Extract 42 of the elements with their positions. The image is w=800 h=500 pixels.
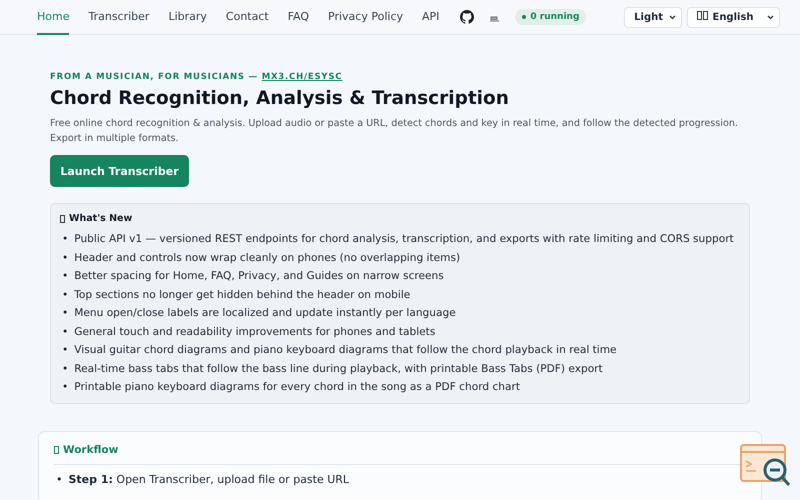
news-item: Better spacing for Home, FAQ, Privacy, and Guides on narrow screens xyxy=(74,269,444,284)
section-title: What's New xyxy=(69,213,132,224)
missing-glyph-icon xyxy=(54,446,59,454)
nav-link[interactable]: Library xyxy=(168,0,207,34)
section-title: Workflow xyxy=(63,444,118,456)
bullet: • xyxy=(62,250,68,266)
nav-link[interactable]: Transcriber xyxy=(88,0,150,34)
page-title: Chord Recognition, Analysis & Transcription xyxy=(50,88,510,109)
nav-link[interactable]: Privacy Policy xyxy=(328,0,403,34)
caret-icon xyxy=(669,14,676,20)
bullet: • xyxy=(62,362,68,376)
workflow-step: Step 1: Open Transcriber, upload file or paste URL xyxy=(68,470,350,489)
launch-button[interactable]: Launch Transcriber xyxy=(50,155,189,187)
news-item: Visual guitar chord diagrams and piano keyboard diagrams that follow the chord playback in real time xyxy=(74,343,617,358)
missing-glyph-icon xyxy=(60,214,65,222)
bullet: • xyxy=(56,472,62,488)
news-item: Top sections no longer get hidden behind the header on mobile xyxy=(74,288,410,302)
news-item: Menu open/close labels are localized and update instantly per language xyxy=(74,306,456,321)
bullet: • xyxy=(62,269,68,284)
news-item: Header and controls now wrap cleanly on phones (no overlapping items) xyxy=(74,250,460,266)
nav-link[interactable]: Home xyxy=(37,0,70,34)
tagline: FROM A MUSICIAN, FOR MUSICIANS — MX3.CH/ESYSC xyxy=(50,72,344,82)
news-item: Real-time bass tabs that follow the bass line during playback, with printable Bass Tabs (PDF) export xyxy=(74,362,603,376)
bullet: • xyxy=(62,306,68,321)
nav-link[interactable]: Contact xyxy=(226,0,269,34)
bullet: • xyxy=(62,324,68,340)
language-select[interactable]: English xyxy=(687,6,780,28)
description: Free online chord recognition & analysis. Upload audio or paste a URL, detect chords and key in real time, and follow the detected progression. Export in multiple formats. xyxy=(50,117,739,146)
bullet: • xyxy=(62,380,68,395)
nav-link[interactable]: FAQ xyxy=(288,0,310,34)
bullet: • xyxy=(62,343,68,358)
nav-link[interactable]: API xyxy=(422,0,440,34)
bullet: • xyxy=(62,288,68,302)
github-icon[interactable] xyxy=(460,10,474,24)
theme-select[interactable]: Light xyxy=(624,6,682,28)
news-item: Printable piano keyboard diagrams for every chord in the song as a PDF chord chart xyxy=(74,380,520,395)
bullet: • xyxy=(62,232,68,247)
news-item: Public API v1 — versioned REST endpoints for chord analysis, transcription, and exports with rate limiting and CORS support xyxy=(74,232,734,247)
news-item: General touch and readability improvements for phones and tablets xyxy=(74,324,436,340)
status-badge: 0 running xyxy=(515,9,586,25)
site-link[interactable]: MX3.CH/ESYSC xyxy=(262,72,342,82)
caret-icon xyxy=(767,14,774,20)
